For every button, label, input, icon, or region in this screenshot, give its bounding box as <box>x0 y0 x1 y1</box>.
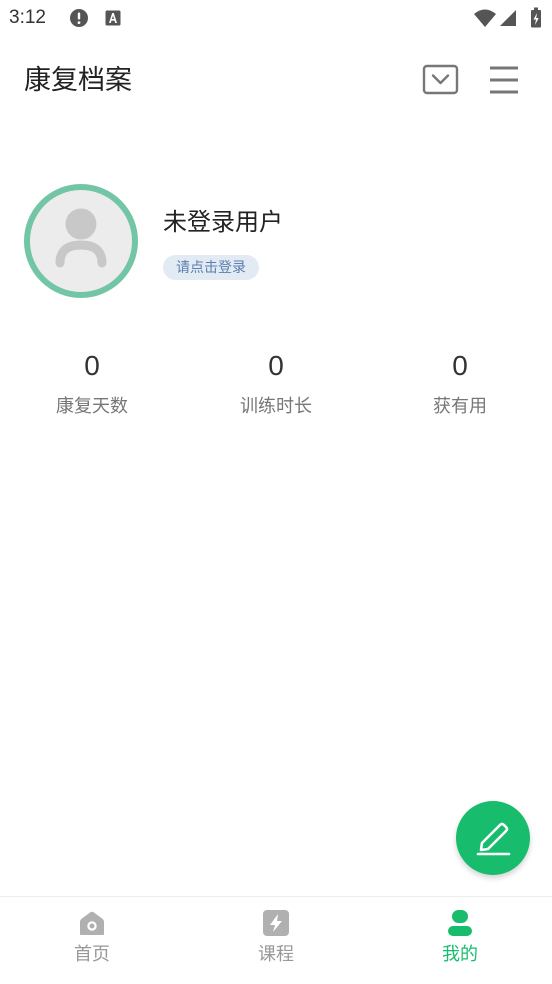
user-icon <box>448 910 472 936</box>
text-a-icon <box>105 10 121 26</box>
login-button[interactable]: 请点击登录 <box>163 255 259 280</box>
lightning-icon <box>263 910 289 936</box>
nav-label: 课程 <box>258 944 294 964</box>
home-icon <box>80 911 104 935</box>
nav-item-mine[interactable]: 我的 <box>368 897 552 984</box>
avatar[interactable] <box>23 183 139 299</box>
stat-useful[interactable]: 0 获有用 <box>368 346 552 418</box>
page-title: 康复档案 <box>24 65 132 95</box>
stat-value: 0 <box>452 350 468 381</box>
dropdown-box-icon[interactable] <box>422 64 459 95</box>
stat-value: 0 <box>84 350 100 381</box>
stats-row: 0 康复天数 0 训练时长 0 获有用 <box>0 346 552 418</box>
status-bar: 3:12 <box>0 0 552 38</box>
stat-label: 康复天数 <box>56 396 128 416</box>
cell-signal-icon <box>500 10 516 26</box>
stat-rehab-days[interactable]: 0 康复天数 <box>0 346 184 418</box>
menu-icon[interactable] <box>488 65 520 95</box>
edit-fab-button[interactable] <box>456 801 530 875</box>
nav-label: 我的 <box>442 944 478 964</box>
bottom-nav: 首页 课程 我的 <box>0 896 552 984</box>
nav-label: 首页 <box>74 944 110 964</box>
edit-icon <box>476 822 511 856</box>
default-avatar-icon <box>24 184 138 298</box>
user-name: 未登录用户 <box>163 209 283 236</box>
stat-value: 0 <box>268 350 284 381</box>
stat-label: 训练时长 <box>240 396 312 416</box>
stat-label: 获有用 <box>433 396 487 416</box>
stat-training-duration[interactable]: 0 训练时长 <box>184 346 368 418</box>
wifi-icon <box>474 9 496 27</box>
nav-item-home[interactable]: 首页 <box>0 897 184 984</box>
alert-icon <box>70 9 88 27</box>
battery-charging-icon <box>531 7 541 28</box>
status-time: 3:12 <box>9 7 46 28</box>
nav-item-courses[interactable]: 课程 <box>184 897 368 984</box>
